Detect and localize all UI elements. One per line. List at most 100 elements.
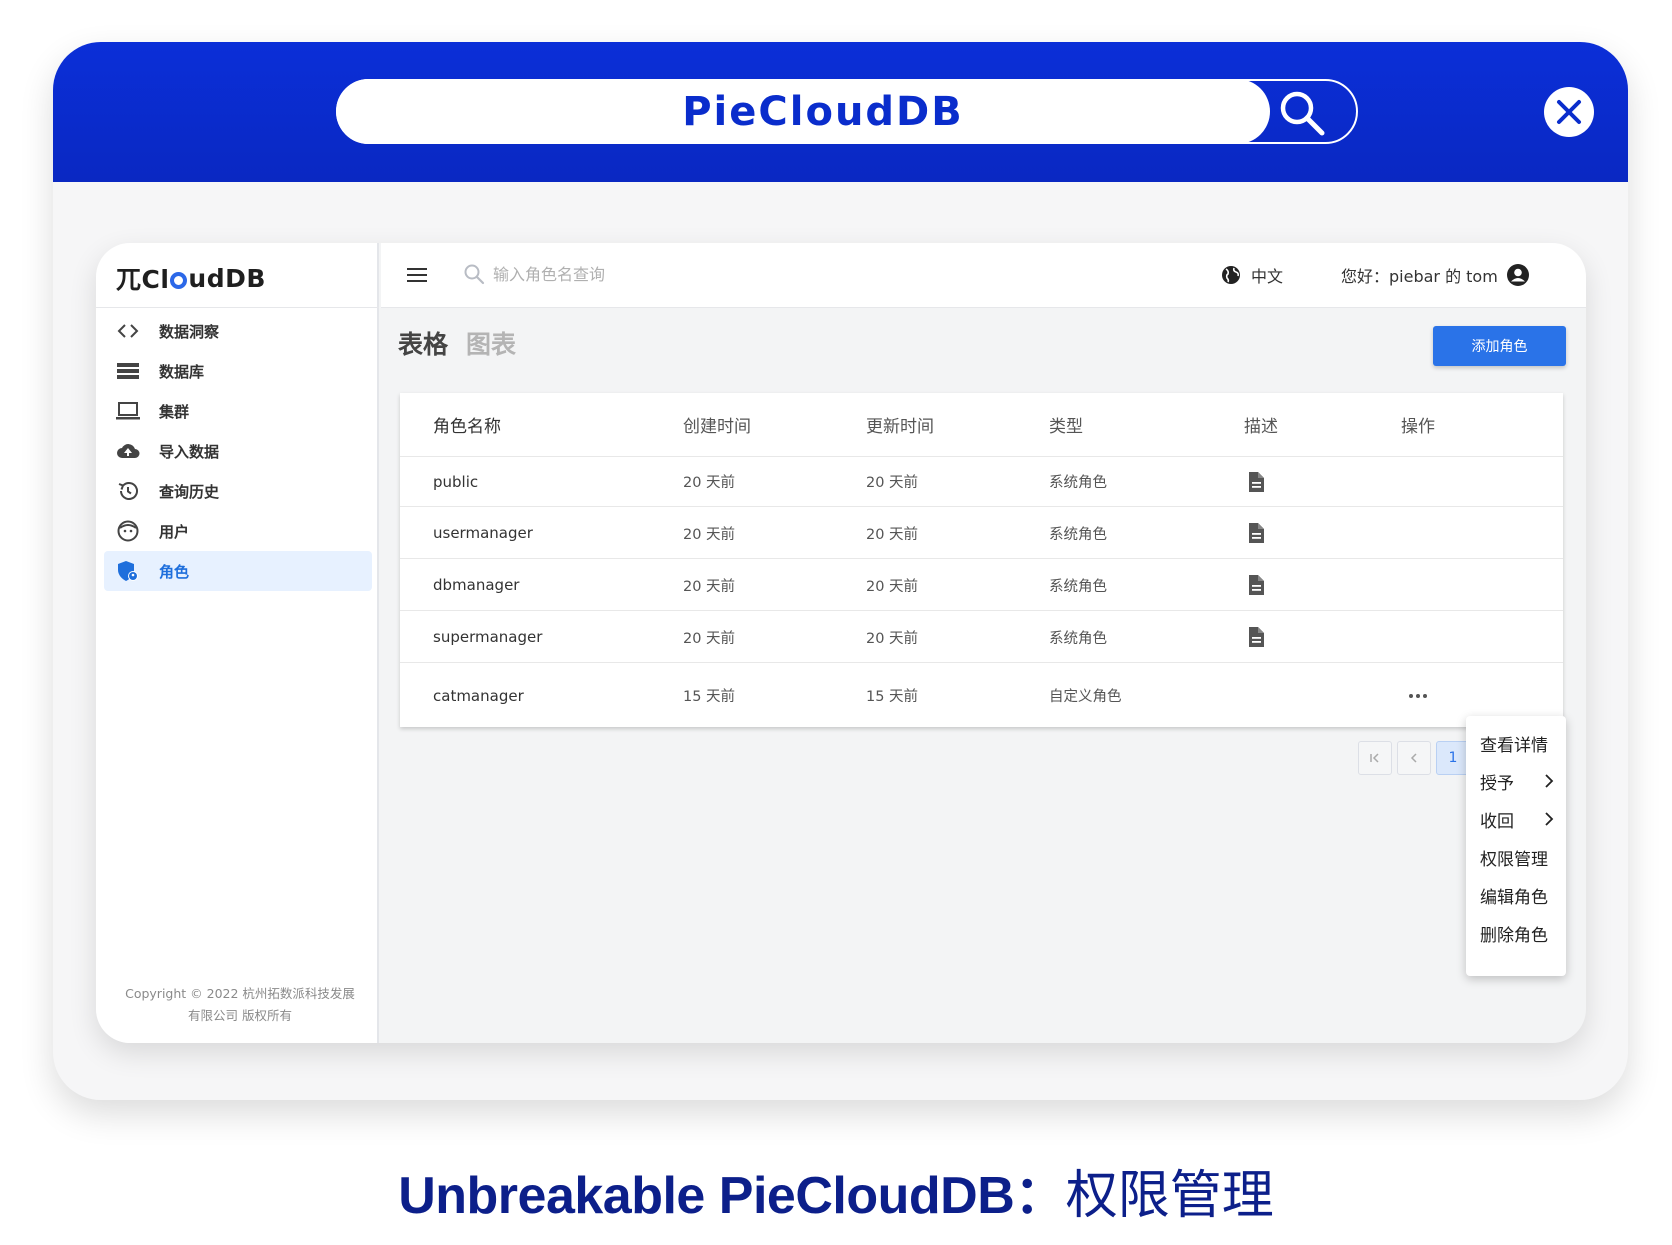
type-cell: 系统角色 <box>1049 630 1107 647</box>
sidebar-item-import[interactable]: 导入数据 <box>104 431 372 471</box>
document-icon[interactable] <box>1247 626 1265 648</box>
code-brackets-icon <box>117 324 139 338</box>
type-cell: 系统角色 <box>1049 526 1107 543</box>
banner-search-field[interactable]: PieCloudDB <box>336 79 1270 144</box>
tab-table[interactable]: 表格 <box>398 325 448 361</box>
more-horizontal-icon <box>1409 693 1427 698</box>
footer-title: Unbreakable PieCloudDB：权限管理 <box>0 1153 1672 1228</box>
close-icon <box>1557 100 1581 124</box>
logo-text-suffix: udDB <box>188 263 266 293</box>
role-name-cell[interactable]: usermanager <box>433 508 533 558</box>
table-row[interactable]: dbmanager 20 天前 20 天前 系统角色 <box>400 560 1563 611</box>
chevron-right-icon <box>1545 774 1554 788</box>
document-icon[interactable] <box>1247 574 1265 596</box>
description-cell[interactable] <box>1247 560 1265 610</box>
banner-search-box[interactable]: PieCloudDB <box>336 79 1358 144</box>
column-header-role-name[interactable]: 角色名称 <box>433 393 501 456</box>
column-header-type[interactable]: 类型 <box>1049 393 1083 456</box>
type-cell: 自定义角色 <box>1049 689 1122 705</box>
updated-cell: 15 天前 <box>866 689 919 705</box>
laptop-icon <box>116 402 140 420</box>
sidebar-item-roles[interactable]: 角色 <box>104 551 372 591</box>
table-row[interactable]: usermanager 20 天前 20 天前 系统角色 <box>400 508 1563 559</box>
sidebar-item-label: 查询历史 <box>159 482 220 501</box>
search-icon[interactable] <box>1278 89 1326 137</box>
sidebar: 兀Cl udDB 数据洞察 数据库 集群 导入数据 查询历史 用户 角色 Cop… <box>96 243 379 1043</box>
document-icon[interactable] <box>1247 522 1265 544</box>
language-label: 中文 <box>1251 267 1284 286</box>
row-actions-button[interactable] <box>1408 664 1428 727</box>
user-menu[interactable]: 您好：piebar 的 tom <box>1341 261 1530 289</box>
role-name-cell[interactable]: supermanager <box>433 612 542 662</box>
app-logo[interactable]: 兀Cl udDB <box>116 255 266 301</box>
sidebar-item-data-insight[interactable]: 数据洞察 <box>104 311 372 351</box>
shield-user-icon <box>118 561 138 581</box>
document-icon[interactable] <box>1247 471 1265 493</box>
menu-item-view-details[interactable]: 查看详情 <box>1466 724 1566 762</box>
created-cell: 20 天前 <box>683 578 736 595</box>
sidebar-item-label: 用户 <box>159 522 190 541</box>
sidebar-item-label: 数据洞察 <box>159 322 220 341</box>
sidebar-item-label: 集群 <box>159 402 190 421</box>
table-header-row: 角色名称 创建时间 更新时间 类型 描述 操作 <box>400 393 1563 457</box>
top-header: 中文 您好：piebar 的 tom <box>381 243 1586 308</box>
add-role-button[interactable]: 添加角色 <box>1433 326 1566 366</box>
table-row[interactable]: public 20 天前 20 天前 系统角色 <box>400 457 1563 507</box>
table-row[interactable]: catmanager 15 天前 15 天前 自定义角色 <box>400 664 1563 727</box>
menu-item-edit-role[interactable]: 编辑角色 <box>1466 876 1566 914</box>
sidebar-item-label: 角色 <box>159 562 190 581</box>
menu-item-delete-role[interactable]: 删除角色 <box>1466 914 1566 952</box>
footer-title-bold: Unbreakable PieCloudDB： <box>398 1167 1066 1225</box>
role-name-cell[interactable]: public <box>433 457 478 506</box>
menu-item-revoke[interactable]: 收回 <box>1466 800 1566 838</box>
first-page-button[interactable] <box>1358 741 1392 775</box>
role-search-input[interactable] <box>493 259 773 289</box>
sidebar-item-clusters[interactable]: 集群 <box>104 391 372 431</box>
logo-dot-icon <box>170 271 188 289</box>
page-number-button[interactable]: 1 <box>1436 741 1470 775</box>
sidebar-item-query-history[interactable]: 查询历史 <box>104 471 372 511</box>
created-cell: 20 天前 <box>683 475 736 491</box>
type-cell: 系统角色 <box>1049 578 1107 595</box>
menu-item-label: 收回 <box>1480 811 1514 832</box>
first-page-icon <box>1370 753 1379 763</box>
logo-text-prefix: 兀Cl <box>116 265 170 294</box>
chevron-left-icon <box>1410 753 1417 763</box>
user-face-icon <box>117 520 139 542</box>
column-header-description: 描述 <box>1244 417 1278 437</box>
menu-item-label: 查看详情 <box>1480 735 1548 756</box>
sidebar-item-databases[interactable]: 数据库 <box>104 351 372 391</box>
language-switch[interactable]: 中文 <box>1221 261 1283 289</box>
prev-page-button[interactable] <box>1397 741 1431 775</box>
menu-item-label: 权限管理 <box>1480 849 1548 870</box>
description-cell[interactable] <box>1247 612 1265 662</box>
tab-chart[interactable]: 图表 <box>466 325 516 361</box>
description-cell[interactable] <box>1247 508 1265 558</box>
menu-item-grant[interactable]: 授予 <box>1466 762 1566 800</box>
menu-item-permission-management[interactable]: 权限管理 <box>1466 838 1566 876</box>
column-header-created[interactable]: 创建时间 <box>683 393 751 456</box>
roles-table: 角色名称 创建时间 更新时间 类型 描述 操作 public 20 天前 20 … <box>400 393 1563 727</box>
role-name-cell[interactable]: dbmanager <box>433 560 519 610</box>
role-name-cell[interactable]: catmanager <box>433 664 524 727</box>
table-row[interactable]: supermanager 20 天前 20 天前 系统角色 <box>400 612 1563 663</box>
updated-cell: 20 天前 <box>866 526 919 543</box>
close-button[interactable] <box>1544 87 1594 137</box>
row-context-menu: 查看详情 授予 收回 权限管理 编辑角色 删除角色 <box>1466 716 1566 976</box>
menu-item-label: 授予 <box>1480 773 1514 794</box>
chevron-right-icon <box>1545 812 1554 826</box>
cloud-upload-icon <box>117 444 140 458</box>
updated-cell: 20 天前 <box>866 630 919 647</box>
created-cell: 20 天前 <box>683 630 736 647</box>
column-header-updated[interactable]: 更新时间 <box>866 393 934 456</box>
history-icon <box>118 482 138 500</box>
sidebar-item-label: 数据库 <box>159 362 205 381</box>
banner-search-text: PieCloudDB <box>682 88 964 135</box>
sidebar-item-users[interactable]: 用户 <box>104 511 372 551</box>
copyright-line: Copyright © 2022 杭州拓数派科技发展 <box>125 986 355 1001</box>
user-greeting-text: 您好：piebar 的 tom <box>1341 267 1498 286</box>
description-cell[interactable] <box>1247 457 1265 506</box>
hamburger-menu-icon[interactable] <box>405 263 431 287</box>
sidebar-item-label: 导入数据 <box>159 442 220 461</box>
copyright-line: 有限公司 版权所有 <box>188 1008 292 1023</box>
